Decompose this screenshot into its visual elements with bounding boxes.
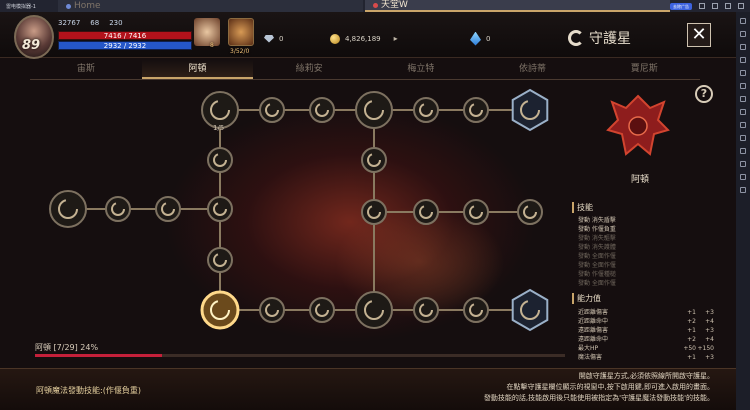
location-icon[interactable]	[740, 148, 746, 154]
node[interactable]	[361, 199, 387, 225]
sync-icon[interactable]	[740, 109, 746, 115]
node[interactable]	[155, 196, 181, 222]
node-major[interactable]	[355, 291, 393, 329]
node-major[interactable]	[511, 88, 549, 132]
progress-fill	[35, 354, 163, 357]
emulator-app-name: 雷电模拟器-1	[6, 3, 36, 10]
shake-icon[interactable]	[740, 161, 746, 167]
skill-item: 發動 作偃種槌	[578, 271, 616, 278]
skill-item: 發動 作偃負重	[578, 226, 616, 233]
node[interactable]	[463, 199, 489, 225]
menu-icon[interactable]	[699, 3, 705, 9]
tree-nodes	[49, 88, 549, 332]
maximize-icon[interactable]	[725, 3, 731, 9]
node[interactable]	[259, 97, 285, 123]
aton-emblem-icon	[606, 94, 670, 156]
active-skill-text: 阿頓魔法發動技能:(作偃負重)	[36, 386, 141, 395]
minimize-icon[interactable]	[712, 3, 718, 9]
node[interactable]	[361, 147, 387, 173]
close-window-icon[interactable]	[738, 3, 744, 9]
gamepad-icon[interactable]	[740, 31, 746, 37]
rotate-icon[interactable]	[740, 174, 746, 180]
ability-row: 遠距離命中 +2 +4	[578, 336, 714, 343]
node-major[interactable]	[201, 91, 239, 129]
node-active[interactable]	[200, 290, 240, 330]
folder-icon[interactable]	[740, 135, 746, 141]
node-counter: 1/5	[213, 124, 225, 132]
vip-button[interactable]: 去除广告	[670, 2, 692, 10]
emulator-tab-game[interactable]: 天堂W	[365, 0, 670, 12]
node[interactable]	[259, 297, 285, 323]
apk-icon[interactable]	[740, 122, 746, 128]
node-major[interactable]	[355, 91, 393, 129]
progress-bar	[35, 354, 565, 357]
progress-label: 阿頓 [7/29] 24%	[35, 343, 99, 352]
node[interactable]	[207, 247, 233, 273]
skills-heading: 技能	[572, 202, 593, 213]
emulator-sidebar	[736, 12, 750, 410]
node-major[interactable]	[49, 190, 87, 228]
info-footer: 阿頓魔法發動技能:(作偃負重) 開啟守護星方式,必須依照線所開啟守護星。 在點擊…	[0, 368, 736, 410]
game-screen: 89 32767 68 230 7416 / 7416 2932 / 2932 …	[0, 12, 736, 410]
skill-item: 發動 消失盾擊	[578, 217, 616, 224]
tree-links	[68, 109, 530, 311]
skill-item: 發動 消失護體	[578, 244, 616, 251]
node[interactable]	[413, 297, 439, 323]
instruction-line: 開啟守護星方式,必須依照線所開啟守護星。	[578, 372, 714, 380]
screenshot-icon[interactable]	[740, 44, 746, 50]
skill-item: 發動 全面作偃	[578, 253, 616, 260]
game-icon	[373, 2, 378, 8]
skill-item: 發動 全面作偃	[578, 280, 616, 287]
node-major[interactable]	[511, 288, 549, 332]
record-icon[interactable]	[740, 96, 746, 102]
abilities-heading: 能力值	[572, 293, 601, 304]
ability-row: 遠距離傷害 +1 +3	[578, 327, 714, 334]
emulator-titlebar: 雷电模拟器-1 Home 天堂W 去除广告	[0, 0, 750, 12]
ability-row: 最大HP +50 +150	[578, 345, 714, 352]
fullscreen-icon[interactable]	[740, 83, 746, 89]
instruction-line: 在點擊守護星欄位顯示的視窗中,按下啟用鍵,即可進入啟用的畫面。	[506, 383, 714, 391]
ability-row: 近距離傷害 +1 +3	[578, 309, 714, 316]
node[interactable]	[413, 97, 439, 123]
skills-list: 發動 消失盾擊 發動 作偃負重 發動 消失驅擊 發動 消失護體 發動 全面作偃 …	[578, 216, 616, 288]
node[interactable]	[413, 199, 439, 225]
node[interactable]	[517, 199, 543, 225]
instruction-line: 發動技能的話,技能啟用後只能使用被指定為'守護星魔法發動技能'的技能。	[483, 394, 714, 402]
node[interactable]	[309, 297, 335, 323]
volume-up-icon[interactable]	[740, 57, 746, 63]
node[interactable]	[207, 196, 233, 222]
node[interactable]	[105, 196, 131, 222]
instructions: 開啟守護星方式,必須依照線所開啟守護星。 在點擊守護星欄位顯示的視窗中,按下啟用…	[484, 371, 714, 404]
deity-name: 阿頓	[630, 175, 649, 185]
keyboard-icon[interactable]	[740, 18, 746, 24]
node[interactable]	[207, 147, 233, 173]
emulator-tab-home[interactable]: Home	[58, 0, 363, 12]
more-icon[interactable]	[740, 187, 746, 193]
abilities-list: 近距離傷害 +1 +3 近距離命中 +2 +4 遠距離傷害 +1 +3 遠距離命中 +2 +4 …	[578, 308, 714, 362]
ability-row: 魔法傷害 +1 +3	[578, 354, 714, 361]
skill-item: 發動 消失驅擊	[578, 235, 616, 242]
node[interactable]	[309, 97, 335, 123]
node[interactable]	[463, 97, 489, 123]
node[interactable]	[463, 297, 489, 323]
home-icon	[66, 3, 71, 9]
ability-row: 近距離命中 +2 +4	[578, 318, 714, 325]
skill-item: 發動 全面作偃	[578, 262, 616, 269]
volume-down-icon[interactable]	[740, 70, 746, 76]
